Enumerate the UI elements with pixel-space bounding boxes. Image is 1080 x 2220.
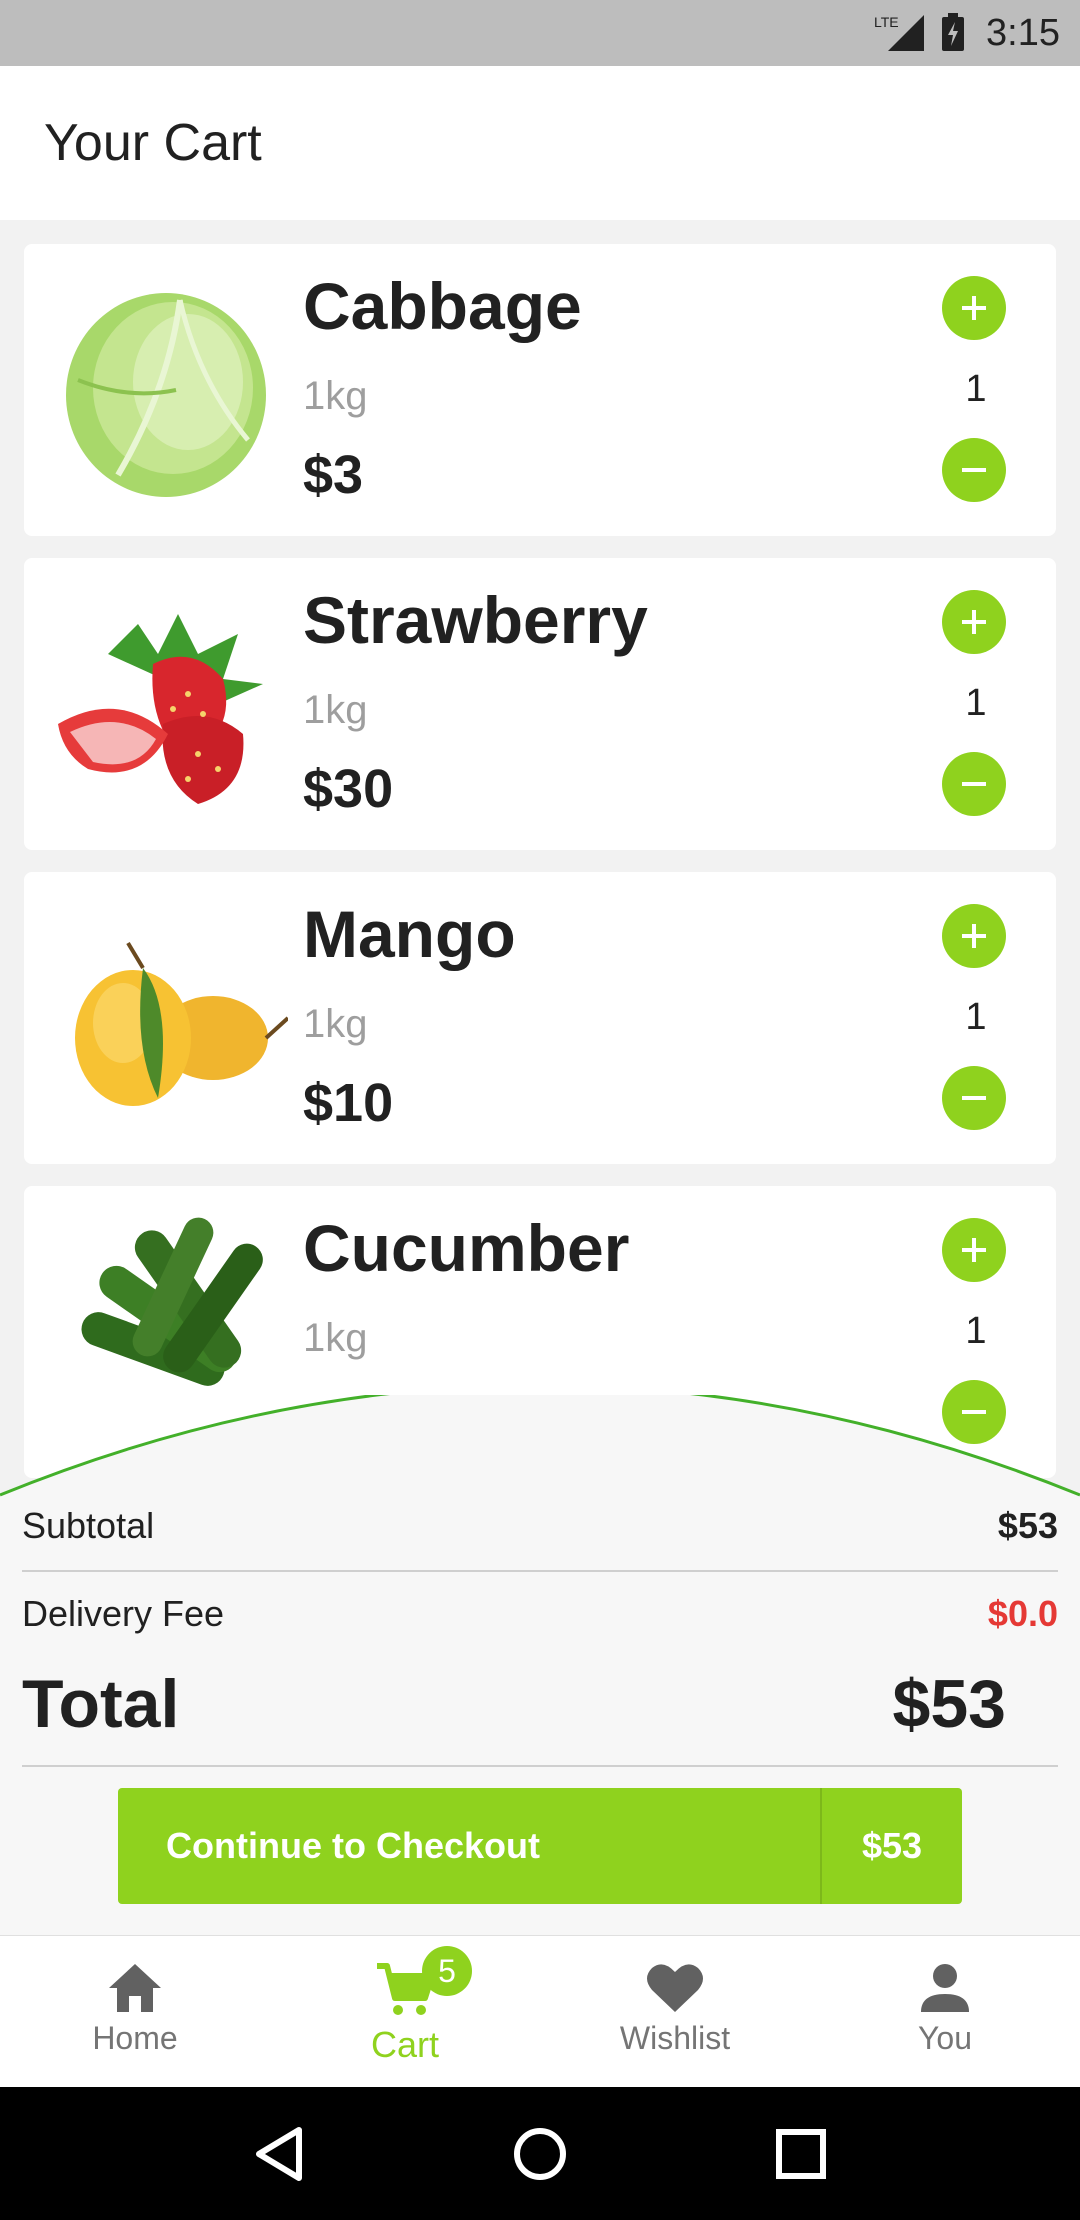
cabbage-image (66, 293, 266, 497)
delivery-fee-label: Delivery Fee (22, 1593, 225, 1634)
nav-label: Cart (370, 2024, 439, 2065)
minus-icon (962, 468, 986, 472)
cart-item-card[interactable]: Cabbage 1kg $3 1 (24, 244, 1056, 536)
subtotal-row: Subtotal $53 (22, 1505, 1058, 1547)
battery-charging-icon (942, 13, 965, 51)
item-name: Cabbage (303, 269, 582, 343)
minus-icon (962, 782, 986, 786)
minus-icon (962, 1096, 986, 1100)
nav-label: Home (92, 2020, 178, 2056)
item-unit: 1kg (303, 688, 368, 732)
item-quantity: 1 (965, 682, 987, 724)
home-circle-icon[interactable] (512, 2126, 568, 2182)
item-name: Strawberry (303, 583, 648, 657)
total-value: $53 (892, 1666, 1006, 1742)
subtotal-label: Subtotal (22, 1505, 155, 1546)
recents-icon[interactable] (775, 2128, 827, 2180)
plus-icon (962, 1238, 986, 1262)
plus-icon (962, 296, 986, 320)
mango-image (75, 941, 288, 1106)
increase-quantity-button[interactable] (942, 1218, 1006, 1282)
back-icon[interactable] (253, 2126, 305, 2182)
decrease-quantity-button[interactable] (942, 752, 1006, 816)
cart-item-card[interactable]: Mango 1kg $10 1 (24, 872, 1056, 1164)
system-nav-bar (0, 2087, 1080, 2220)
nav-item-wishlist[interactable]: Wishlist (540, 1936, 810, 2087)
nav-label: You (918, 2020, 972, 2056)
item-price: $30 (303, 759, 394, 819)
item-unit: 1kg (303, 1316, 368, 1360)
item-quantity: 1 (965, 368, 987, 410)
increase-quantity-button[interactable] (942, 904, 1006, 968)
page-title: Your Cart (44, 114, 262, 172)
cart-count-badge: 5 (422, 1946, 472, 1996)
decrease-quantity-button[interactable] (942, 438, 1006, 502)
increase-quantity-button[interactable] (942, 276, 1006, 340)
nav-item-home[interactable]: Home (0, 1936, 270, 2087)
status-bar: LTE 3:15 (0, 0, 1080, 66)
item-unit: 1kg (303, 374, 368, 418)
bottom-nav: Home Cart 5 Wishlist You (0, 1935, 1080, 2087)
status-icons: LTE 3:15 (874, 11, 1060, 55)
checkout-amount: $53 (861, 1825, 923, 1866)
item-name: Mango (303, 897, 516, 971)
nav-item-you[interactable]: You (810, 1936, 1080, 2087)
strawberry-image (58, 614, 263, 804)
increase-quantity-button[interactable] (942, 590, 1006, 654)
plus-icon (962, 924, 986, 948)
network-label: LTE (874, 14, 899, 30)
cart-item-card[interactable]: Strawberry 1kg $30 1 (24, 558, 1056, 850)
checkout-button[interactable]: Continue to Checkout $53 (118, 1788, 962, 1904)
item-price: $10 (303, 1073, 394, 1133)
item-unit: 1kg (303, 1002, 368, 1046)
lte-signal-icon: LTE (874, 14, 925, 51)
total-row: Total $53 (22, 1665, 1058, 1743)
delivery-fee-row: Delivery Fee $0.0 (22, 1593, 1058, 1635)
item-price: $3 (303, 445, 364, 505)
plus-icon (962, 610, 986, 634)
nav-label: Wishlist (619, 2020, 731, 2056)
checkout-label: Continue to Checkout (166, 1825, 540, 1866)
item-quantity: 1 (965, 1310, 987, 1352)
item-name: Cucumber (303, 1211, 630, 1285)
decrease-quantity-button[interactable] (942, 1066, 1006, 1130)
subtotal-value: $53 (997, 1505, 1058, 1546)
divider (22, 1570, 1058, 1572)
item-quantity: 1 (965, 996, 987, 1038)
status-time: 3:15 (986, 11, 1060, 54)
divider (22, 1765, 1058, 1767)
cart-list[interactable]: Cabbage 1kg $3 1 Strawberry 1kg $30 1 Ma… (0, 220, 1080, 1480)
cart-summary: Subtotal $53 Delivery Fee $0.0 Total $53… (0, 1395, 1080, 1935)
total-label: Total (22, 1666, 180, 1742)
app-bar: Your Cart (0, 66, 1080, 220)
delivery-fee-value: $0.0 (987, 1593, 1058, 1634)
nav-item-cart[interactable]: Cart 5 (270, 1936, 540, 2087)
home-icon (109, 1964, 161, 2012)
person-icon (921, 1964, 969, 2012)
heart-icon (647, 1964, 703, 2012)
